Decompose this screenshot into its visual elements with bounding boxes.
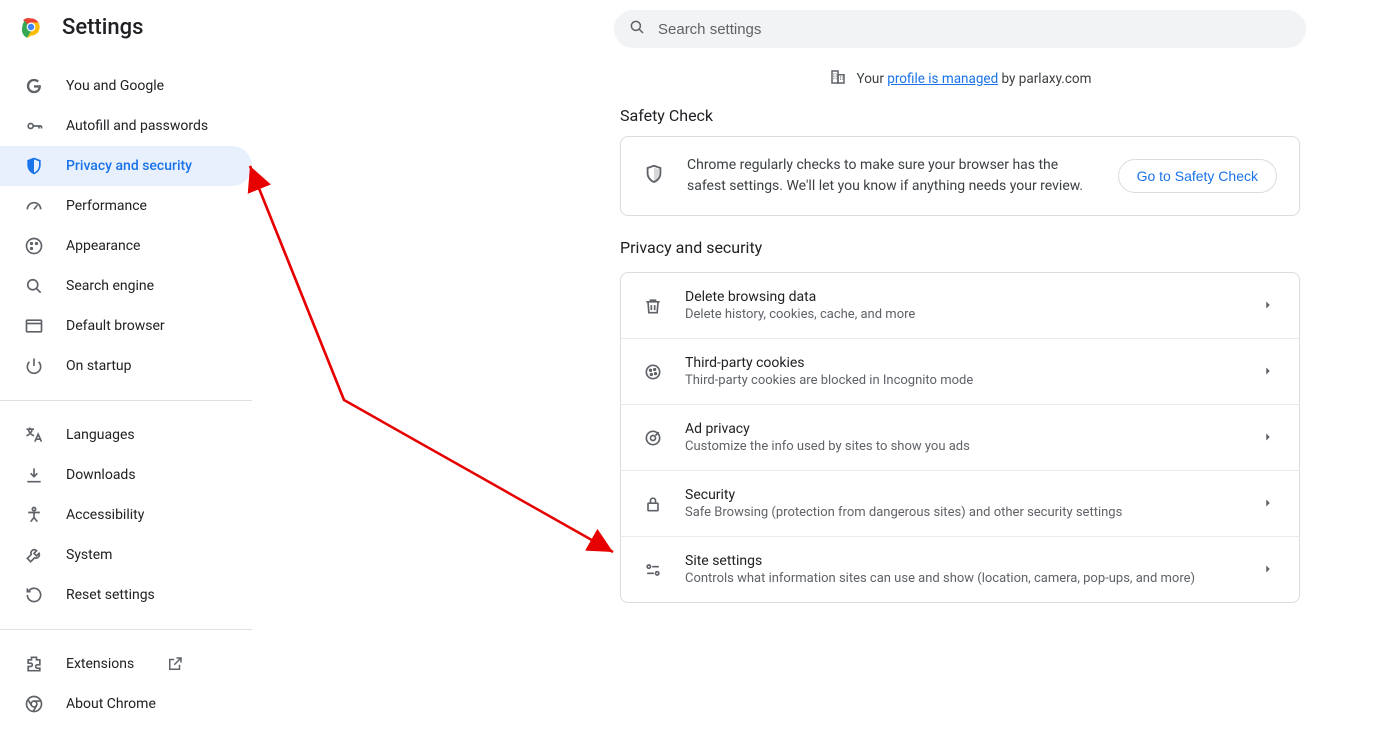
shield-outline-icon xyxy=(643,163,665,189)
sidebar-item-label: Languages xyxy=(66,427,135,443)
search-input[interactable] xyxy=(656,20,1306,39)
sidebar-item-system[interactable]: System xyxy=(0,535,252,575)
row-text: Ad privacy Customize the info used by si… xyxy=(685,421,1239,454)
safety-check-message: Chrome regularly checks to make sure you… xyxy=(687,155,1096,197)
sidebar-item-downloads[interactable]: Downloads xyxy=(0,455,252,495)
reset-icon xyxy=(24,585,44,605)
row-text: Third-party cookies Third-party cookies … xyxy=(685,355,1239,388)
lock-icon xyxy=(643,494,663,514)
chevron-right-icon xyxy=(1261,496,1277,512)
chevron-right-icon xyxy=(1261,430,1277,446)
sidebar-item-reset-settings[interactable]: Reset settings xyxy=(0,575,252,615)
row-subtitle: Controls what information sites can use … xyxy=(685,571,1239,586)
profile-managed-notice: Your profile is managed by parlaxy.com xyxy=(620,68,1300,90)
row-subtitle: Third-party cookies are blocked in Incog… xyxy=(685,373,1239,388)
shield-icon xyxy=(24,156,44,176)
sidebar-divider xyxy=(0,629,252,630)
profile-managed-link[interactable]: profile is managed xyxy=(887,71,998,87)
header: Settings xyxy=(18,14,143,40)
sidebar-item-search-engine[interactable]: Search engine xyxy=(0,266,252,306)
row-delete-browsing-data[interactable]: Delete browsing data Delete history, coo… xyxy=(621,273,1299,338)
search-icon xyxy=(628,18,646,40)
sidebar-item-privacy-security[interactable]: Privacy and security xyxy=(0,146,252,186)
row-security[interactable]: Security Safe Browsing (protection from … xyxy=(621,470,1299,536)
sidebar-item-you-and-google[interactable]: You and Google xyxy=(0,66,252,106)
sidebar: You and Google Autofill and passwords Pr… xyxy=(0,60,252,724)
sidebar-item-label: Extensions xyxy=(66,656,134,672)
search-bar[interactable] xyxy=(614,10,1306,48)
row-title: Delete browsing data xyxy=(685,289,1239,305)
row-third-party-cookies[interactable]: Third-party cookies Third-party cookies … xyxy=(621,338,1299,404)
sliders-icon xyxy=(643,560,663,580)
sidebar-item-label: About Chrome xyxy=(66,696,156,712)
sidebar-item-autofill[interactable]: Autofill and passwords xyxy=(0,106,252,146)
sidebar-item-default-browser[interactable]: Default browser xyxy=(0,306,252,346)
chevron-right-icon xyxy=(1261,298,1277,314)
ad-privacy-icon xyxy=(643,428,663,448)
sidebar-item-about-chrome[interactable]: About Chrome xyxy=(0,684,252,724)
google-g-icon xyxy=(24,76,44,96)
browser-icon xyxy=(24,316,44,336)
sidebar-item-label: On startup xyxy=(66,358,132,374)
managed-suffix: by parlaxy.com xyxy=(998,71,1091,87)
row-text: Delete browsing data Delete history, coo… xyxy=(685,289,1239,322)
trash-icon xyxy=(643,296,663,316)
safety-check-card: Chrome regularly checks to make sure you… xyxy=(620,136,1300,216)
cookie-icon xyxy=(643,362,663,382)
extension-icon xyxy=(24,654,44,674)
sidebar-item-label: Accessibility xyxy=(66,507,144,523)
chrome-logo-icon xyxy=(18,14,44,40)
building-icon xyxy=(829,68,847,90)
managed-prefix: Your xyxy=(857,71,888,87)
row-subtitle: Delete history, cookies, cache, and more xyxy=(685,307,1239,322)
row-text: Security Safe Browsing (protection from … xyxy=(685,487,1239,520)
accessibility-icon xyxy=(24,505,44,525)
row-text: Site settings Controls what information … xyxy=(685,553,1239,586)
sidebar-item-label: Reset settings xyxy=(66,587,155,603)
wrench-icon xyxy=(24,545,44,565)
sidebar-item-label: Search engine xyxy=(66,278,154,294)
external-link-icon xyxy=(166,655,184,673)
sidebar-item-on-startup[interactable]: On startup xyxy=(0,346,252,386)
download-icon xyxy=(24,465,44,485)
sidebar-item-label: Privacy and security xyxy=(66,158,192,174)
chevron-right-icon xyxy=(1261,364,1277,380)
sidebar-item-label: Performance xyxy=(66,198,147,214)
sidebar-item-extensions[interactable]: Extensions xyxy=(0,644,252,684)
sidebar-item-accessibility[interactable]: Accessibility xyxy=(0,495,252,535)
sidebar-item-label: Autofill and passwords xyxy=(66,118,208,134)
row-site-settings[interactable]: Site settings Controls what information … xyxy=(621,536,1299,602)
row-title: Security xyxy=(685,487,1239,503)
chrome-outline-icon xyxy=(24,694,44,714)
sidebar-divider xyxy=(0,400,252,401)
power-icon xyxy=(24,356,44,376)
key-icon xyxy=(24,116,44,136)
go-to-safety-check-button[interactable]: Go to Safety Check xyxy=(1118,159,1277,193)
row-subtitle: Customize the info used by sites to show… xyxy=(685,439,1239,454)
row-subtitle: Safe Browsing (protection from dangerous… xyxy=(685,505,1239,520)
row-title: Site settings xyxy=(685,553,1239,569)
privacy-security-list: Delete browsing data Delete history, coo… xyxy=(620,272,1300,603)
sidebar-item-label: Appearance xyxy=(66,238,140,254)
sidebar-item-label: Default browser xyxy=(66,318,165,334)
sidebar-item-label: You and Google xyxy=(66,78,164,94)
sidebar-item-languages[interactable]: Languages xyxy=(0,415,252,455)
sidebar-item-label: Downloads xyxy=(66,467,136,483)
sidebar-item-appearance[interactable]: Appearance xyxy=(0,226,252,266)
translate-icon xyxy=(24,425,44,445)
row-title: Ad privacy xyxy=(685,421,1239,437)
speedometer-icon xyxy=(24,196,44,216)
search-icon xyxy=(24,276,44,296)
managed-text: Your profile is managed by parlaxy.com xyxy=(857,71,1092,87)
row-ad-privacy[interactable]: Ad privacy Customize the info used by si… xyxy=(621,404,1299,470)
chevron-right-icon xyxy=(1261,562,1277,578)
row-title: Third-party cookies xyxy=(685,355,1239,371)
section-title-safety-check: Safety Check xyxy=(620,106,713,125)
sidebar-item-performance[interactable]: Performance xyxy=(0,186,252,226)
sidebar-item-label: System xyxy=(66,547,112,563)
palette-icon xyxy=(24,236,44,256)
section-title-privacy-security: Privacy and security xyxy=(620,238,762,257)
page-title: Settings xyxy=(62,15,143,40)
